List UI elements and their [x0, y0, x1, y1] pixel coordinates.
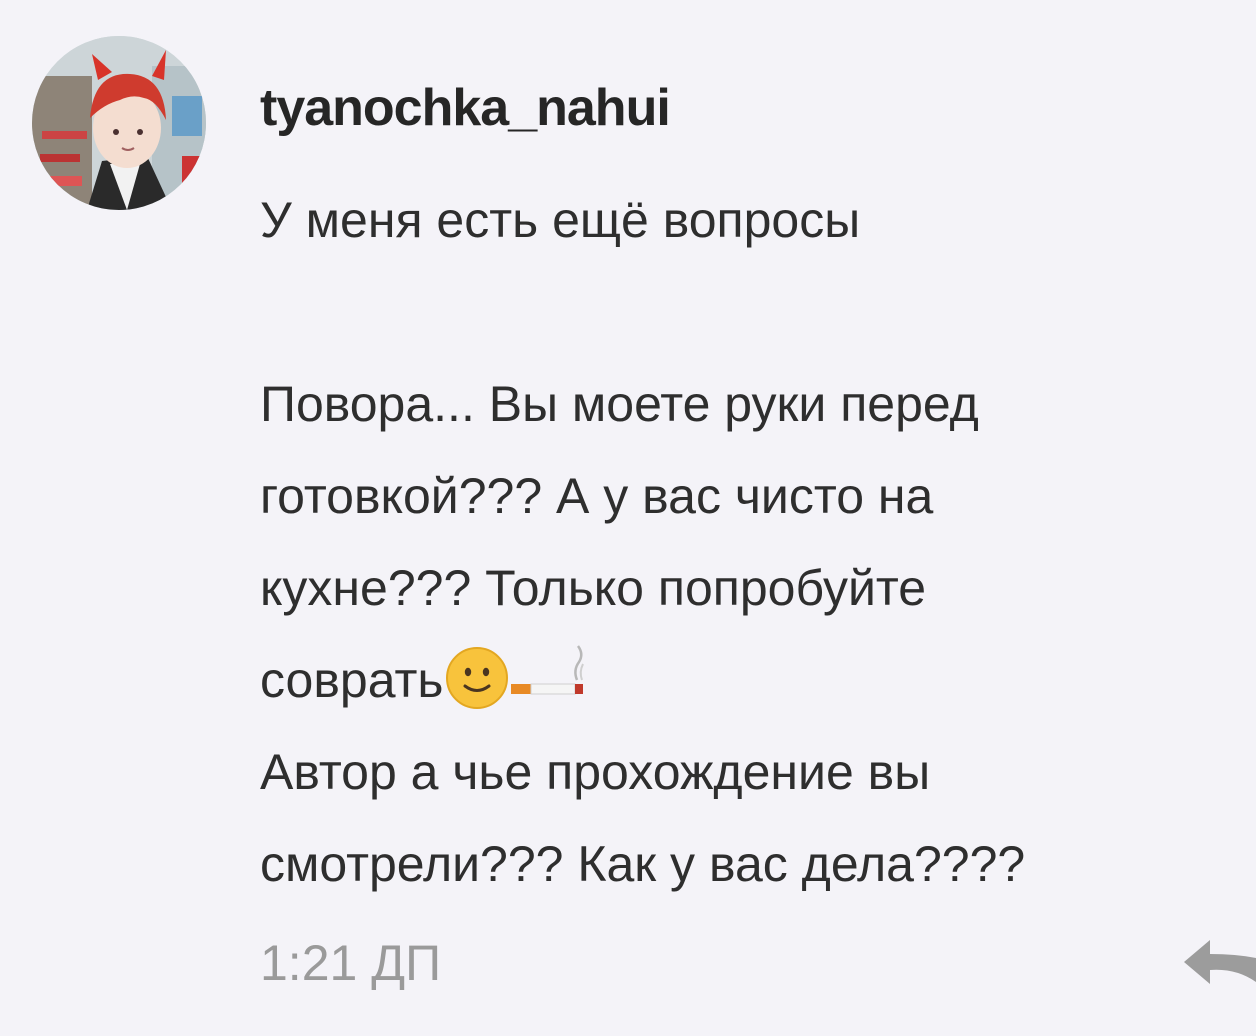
- comment-line: кухне??? Только попробуйте: [260, 560, 927, 616]
- comment-line: У меня есть ещё вопросы: [260, 192, 861, 248]
- comment-author[interactable]: tyanochka_nahui: [260, 78, 671, 138]
- comment-line: соврать: [260, 652, 444, 708]
- reply-arrow-icon[interactable]: [1180, 932, 1256, 992]
- comment-blank-line: [260, 266, 1220, 358]
- user-avatar[interactable]: [32, 36, 206, 210]
- comment-line: готовкой??? А у вас чисто на: [260, 468, 934, 524]
- comment-line-with-emoji: соврать: [260, 634, 1220, 726]
- cigarette-emoji: [509, 642, 589, 706]
- comment-timestamp: 1:21 ДП: [260, 935, 442, 991]
- slightly-smiling-face-emoji: [445, 646, 509, 710]
- comment-line: смотрели??? Как у вас дела????: [260, 836, 1026, 892]
- comment-line: Автор а чье прохождение вы: [260, 744, 931, 800]
- avatar-image: [32, 36, 206, 210]
- comment-item: tyanochka_nahui У меня есть ещё вопросы …: [0, 0, 1256, 1036]
- comment-line: Повора... Вы моете руки перед: [260, 376, 979, 432]
- comment-text: У меня есть ещё вопросы Повора... Вы мое…: [260, 180, 1220, 910]
